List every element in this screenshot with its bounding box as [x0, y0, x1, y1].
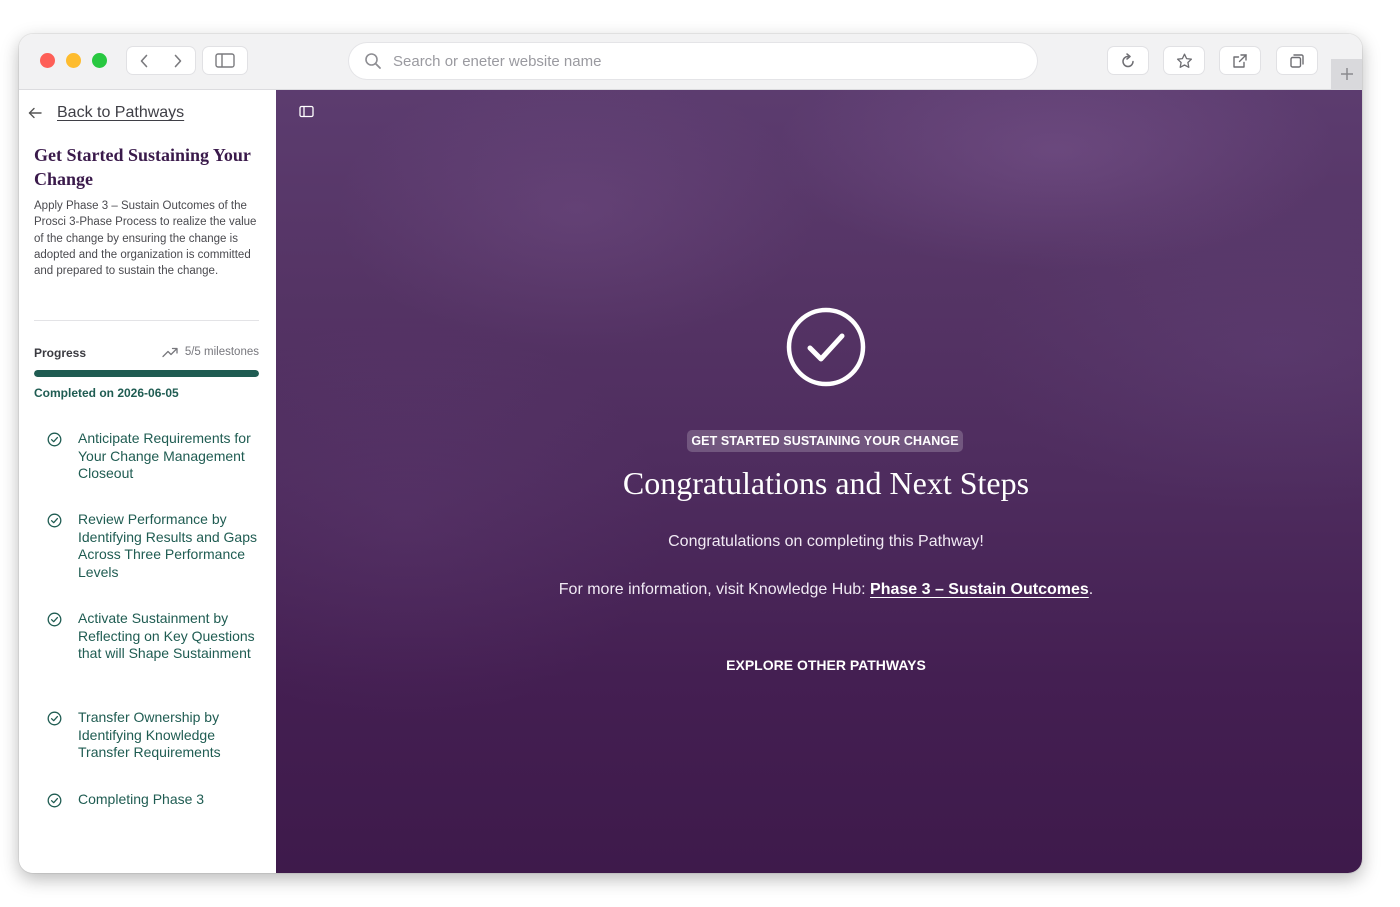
arrow-left-icon [27, 105, 43, 121]
completed-date: Completed on 2026-06-05 [34, 386, 179, 400]
milestone-label[interactable]: Anticipate Requirements for Your Change … [78, 430, 258, 483]
milestone-label[interactable]: Transfer Ownership by Identifying Knowle… [78, 709, 258, 762]
milestone-label[interactable]: Review Performance by Identifying Result… [78, 511, 258, 582]
pathway-sidebar: Back to Pathways Get Started Sustaining … [19, 90, 277, 873]
toggle-sidebar-button[interactable] [203, 47, 247, 74]
browser-window: Back to Pathways Get Started Sustaining … [19, 34, 1362, 873]
success-check-icon [786, 307, 866, 387]
check-circle-icon [47, 711, 62, 726]
back-to-pathways-label[interactable]: Back to Pathways [57, 104, 184, 122]
milestone-item[interactable]: Anticipate Requirements for Your Change … [47, 430, 258, 483]
address-input[interactable] [391, 51, 995, 71]
check-circle-icon [47, 513, 62, 528]
completion-panel: GET STARTED SUSTAINING YOUR CHANGE Congr… [276, 90, 1362, 873]
check-circle-icon [47, 793, 62, 808]
share-icon [1233, 53, 1247, 68]
milestones-count: 5/5 milestones [162, 346, 259, 358]
pathway-description: Apply Phase 3 – Sustain Outcomes of the … [34, 200, 257, 278]
navigation-buttons [127, 47, 195, 74]
progress-bar-fill [34, 370, 259, 377]
star-icon [1176, 53, 1192, 68]
pathway-title: Get Started Sustaining Your Change [34, 145, 251, 189]
chevron-right-icon [174, 54, 182, 67]
pathway-badge: GET STARTED SUSTAINING YOUR CHANGE [687, 430, 963, 452]
sidebar-icon [215, 53, 235, 68]
milestone-item[interactable]: Activate Sustainment by Reflecting on Ke… [47, 610, 258, 663]
plus-icon [1340, 68, 1353, 80]
milestone-item[interactable]: Completing Phase 3 [47, 791, 258, 809]
zoom-window-button[interactable] [92, 53, 107, 68]
congratulations-text: Congratulations on completing this Pathw… [668, 533, 984, 550]
reload-button[interactable] [1108, 47, 1148, 74]
search-icon [363, 51, 383, 71]
address-bar[interactable] [349, 43, 1037, 79]
tabs-overview-button[interactable] [1277, 47, 1317, 74]
minimize-window-button[interactable] [66, 53, 81, 68]
sidebar-toggle-icon [298, 105, 314, 117]
check-circle-icon [47, 612, 62, 627]
share-button[interactable] [1220, 47, 1260, 74]
more-info-prefix: For more information, visit Knowledge Hu… [558, 581, 871, 598]
more-info-text: For more information, visit Knowledge Hu… [276, 581, 1362, 599]
collapse-sidebar-button[interactable] [298, 103, 314, 119]
close-window-button[interactable] [40, 53, 55, 68]
milestone-item[interactable]: Transfer Ownership by Identifying Knowle… [47, 709, 258, 762]
progress-bar [34, 370, 259, 377]
bookmark-button[interactable] [1164, 47, 1204, 74]
knowledge-hub-link[interactable]: Phase 3 – Sustain Outcomes [870, 581, 1089, 598]
progress-label: Progress [34, 346, 87, 360]
browser-toolbar [19, 34, 1362, 90]
completion-heading: Congratulations and Next Steps [622, 465, 1030, 501]
check-circle-icon [47, 432, 62, 447]
new-tab-button[interactable] [1331, 59, 1362, 89]
tabs-icon [1290, 53, 1304, 68]
milestone-label[interactable]: Completing Phase 3 [78, 791, 258, 809]
more-info-suffix: . [1088, 581, 1094, 598]
milestone-label[interactable]: Activate Sustainment by Reflecting on Ke… [78, 610, 258, 663]
back-to-pathways-link[interactable]: Back to Pathways [27, 104, 184, 122]
reload-icon [1122, 52, 1134, 67]
chevron-left-icon [140, 54, 148, 67]
forward-button[interactable] [161, 47, 195, 74]
sidebar-divider [34, 320, 259, 321]
trending-up-icon [162, 346, 178, 358]
explore-other-pathways-button[interactable]: EXPLORE OTHER PATHWAYS [696, 650, 956, 680]
back-button[interactable] [127, 47, 161, 74]
milestones-text: 5/5 milestones [184, 346, 259, 358]
milestone-item[interactable]: Review Performance by Identifying Result… [47, 511, 258, 582]
